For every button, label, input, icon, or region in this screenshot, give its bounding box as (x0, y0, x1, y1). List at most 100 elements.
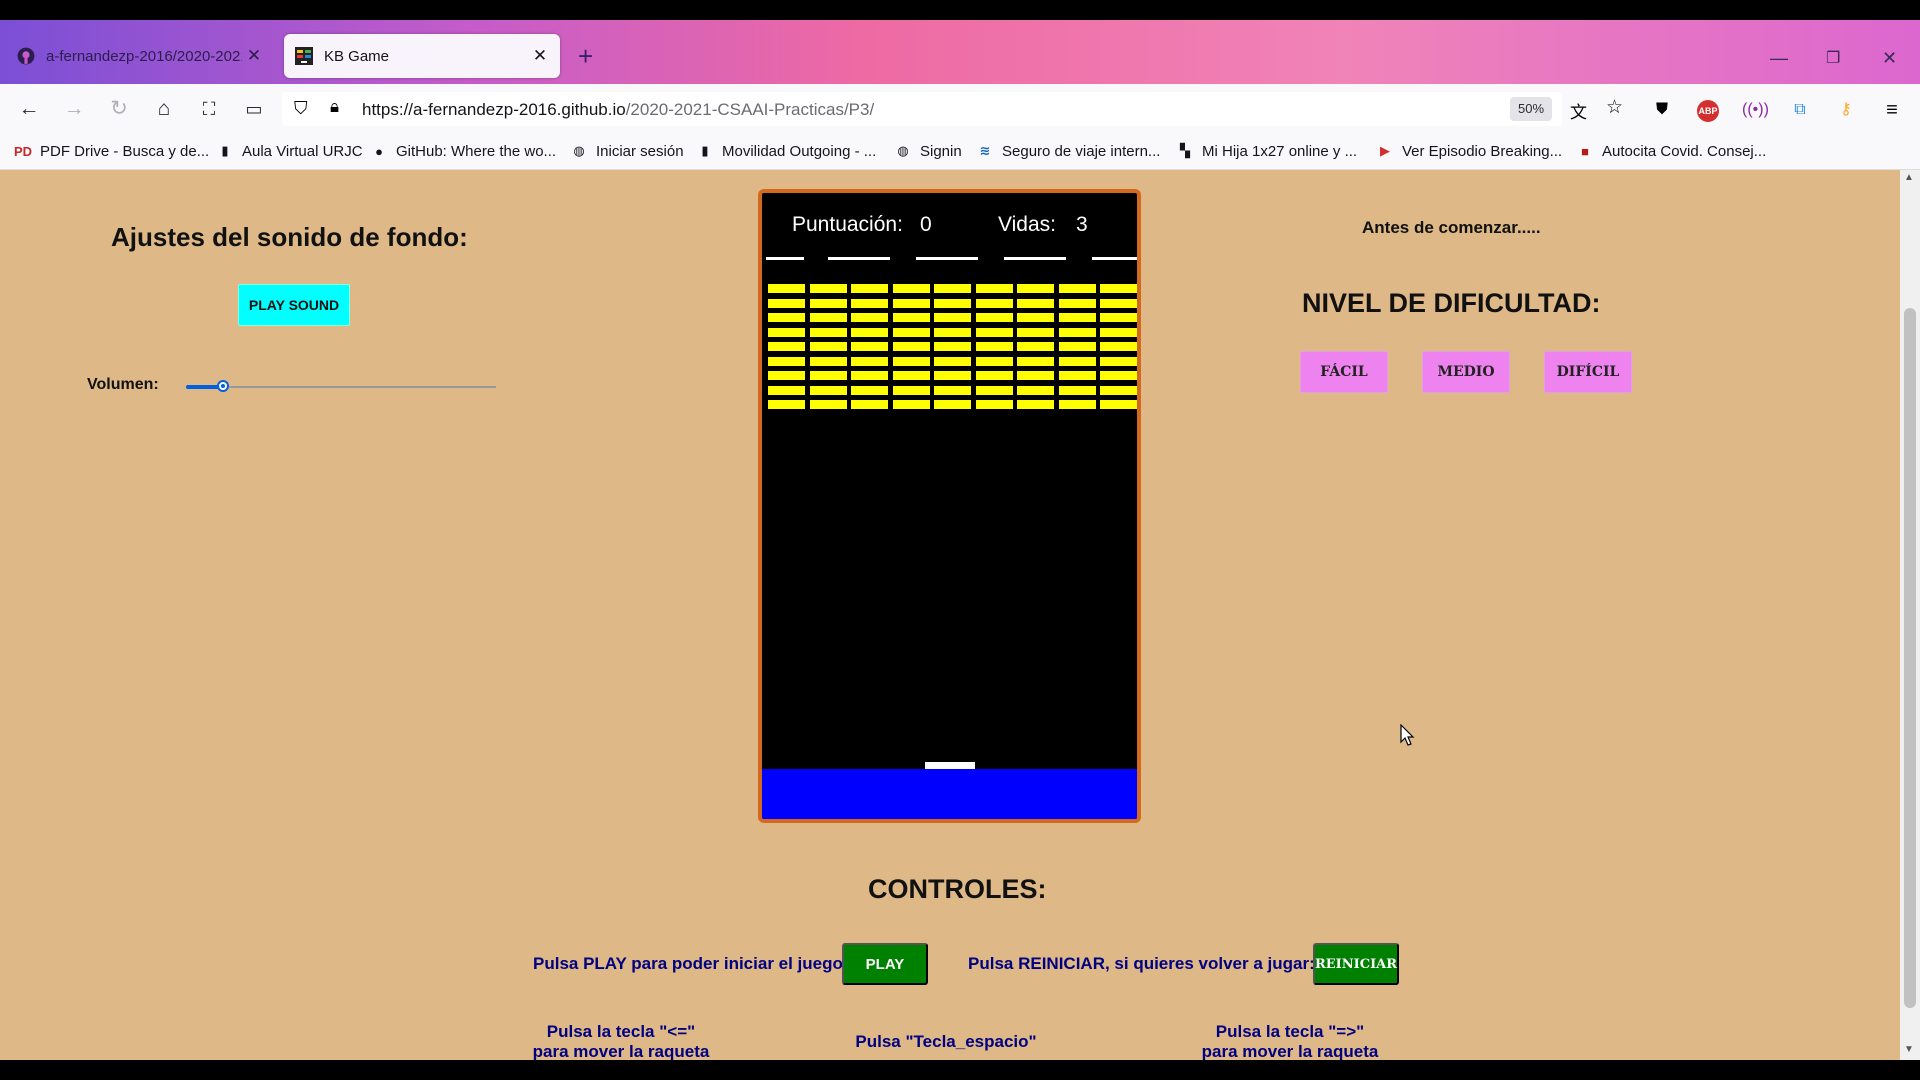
brick (1100, 356, 1137, 366)
bookmark-item[interactable]: ▮ Aula Virtual URJC (216, 142, 363, 160)
brick (809, 371, 847, 380)
hud-divider-segment (916, 257, 978, 260)
brick (851, 284, 888, 293)
minimize-icon[interactable]: — (1770, 48, 1788, 69)
new-tab-icon[interactable]: + (578, 43, 593, 69)
tab-github-repo[interactable]: a-fernandezp-2016/2020-2021- ✕ (6, 34, 274, 78)
bookmark-item[interactable]: ● GitHub: Where the wo... (370, 142, 556, 160)
bookmark-label: Iniciar sesión (596, 142, 684, 160)
brick (809, 400, 847, 409)
brick (892, 342, 930, 351)
window-close-icon[interactable]: ✕ (1882, 48, 1897, 69)
play-sound-button[interactable]: PLAY SOUND (238, 284, 350, 326)
game-canvas[interactable]: Puntuación: 0 Vidas: 3 (758, 189, 1141, 823)
back-arrow-icon[interactable]: ← (16, 96, 42, 122)
bookmark-page-icon: ▮ (701, 143, 709, 158)
brick (1017, 284, 1054, 293)
scroll-up-icon[interactable]: ▲ (1904, 172, 1914, 183)
mouse-pointer-icon (1400, 724, 1415, 746)
globe-icon: ◍ (573, 143, 585, 158)
bookmark-item[interactable]: ▚ Mi Hija 1x27 online y ... (1176, 142, 1357, 160)
lock-icon[interactable]: 🔒︎ (330, 97, 339, 117)
close-icon[interactable]: ✕ (528, 46, 552, 66)
bookmark-label: Aula Virtual URJC (242, 142, 363, 160)
brick (809, 313, 847, 322)
bookmark-item[interactable]: ◍ Iniciar sesión (570, 142, 684, 160)
star-icon[interactable]: ☆ (1606, 96, 1623, 119)
bookmarks-toolbar: PD PDF Drive - Busca y de... ▮ Aula Virtua… (0, 134, 1920, 170)
lives-value: 3 (1076, 213, 1088, 236)
library-icon[interactable]: ⛶ (196, 96, 222, 122)
pocket-icon[interactable]: ⛊ (1650, 98, 1674, 122)
brick (768, 356, 805, 366)
volume-label: Volumen: (87, 376, 159, 393)
tab-kb-game[interactable]: KB Game ✕ (284, 34, 560, 78)
navigation-toolbar: ← → ↻ ⌂ ⛶ ▭ ⛉ 🔒︎ https://a-fernandezp-20… (0, 84, 1920, 134)
translate-icon[interactable]: 文 (1570, 98, 1587, 123)
bookmark-item[interactable]: ≋ Seguro de viaje intern... (976, 142, 1161, 160)
bottom-letterbox (0, 1060, 1920, 1080)
restore-icon[interactable]: ❐ (1826, 48, 1840, 68)
bookmark-item[interactable]: PD PDF Drive - Busca y de... (14, 142, 209, 160)
github-icon (16, 46, 36, 66)
sound-settings-title: Ajustes del sonido de fondo: (111, 222, 468, 252)
shield-icon[interactable]: ⛉ (294, 98, 308, 119)
brick (934, 284, 971, 293)
brick (1058, 385, 1096, 395)
volume-slider-thumb[interactable] (217, 380, 230, 392)
url-bar[interactable]: ⛉ 🔒︎ https://a-fernandezp-2016.github.io… (282, 92, 1623, 126)
key-icon[interactable]: ⚷ (1834, 98, 1858, 122)
score-label: Puntuación: (792, 213, 903, 236)
brick (1058, 400, 1096, 409)
url-text[interactable]: https://a-fernandezp-2016.github.io/2020… (362, 100, 874, 120)
medium-button[interactable]: MEDIO (1422, 351, 1510, 393)
clapperboard-icon: ▚ (1180, 143, 1190, 158)
adblock-icon[interactable]: ABP (1696, 98, 1720, 122)
home-icon[interactable]: ⌂ (151, 96, 177, 122)
hard-button[interactable]: DIFÍCIL (1544, 351, 1632, 393)
easy-button[interactable]: FÁCIL (1300, 351, 1388, 393)
folder-icon[interactable]: ▭ (241, 96, 267, 122)
health-icon: ■ (1581, 143, 1589, 159)
bookmark-item[interactable]: ■ Autocita Covid. Consej... (1576, 142, 1766, 160)
brick (1017, 342, 1054, 351)
brick (1017, 400, 1054, 409)
brick (809, 284, 847, 293)
bookmark-item[interactable]: ▮ Movilidad Outgoing - ... (696, 142, 876, 160)
volume-slider[interactable] (186, 380, 496, 392)
hud-divider-segment (1092, 257, 1137, 260)
page-content: Ajustes del sonido de fondo: PLAY SOUND … (0, 170, 1900, 1060)
translate-extension-icon[interactable]: ⧉ (1788, 98, 1812, 122)
brick (768, 400, 805, 409)
url-host: https://a-fernandezp-2016.github.io (362, 100, 626, 119)
restart-button[interactable]: REINICIAR (1313, 943, 1399, 985)
broadcast-icon[interactable]: ((•)) (1742, 98, 1769, 122)
scrollbar-thumb[interactable] (1904, 308, 1916, 1008)
brick (934, 298, 971, 308)
left-key-hint-line: Pulsa la tecla "<=" (546, 1022, 696, 1041)
brick (1017, 327, 1054, 337)
reload-icon[interactable]: ↻ (106, 96, 132, 122)
brick (934, 342, 971, 351)
play-button[interactable]: PLAY (842, 943, 928, 985)
brick (1100, 371, 1137, 380)
brick (975, 284, 1013, 293)
brick (851, 313, 888, 322)
brick (934, 400, 971, 409)
vertical-scrollbar[interactable]: ▲ ▼ (1900, 170, 1920, 1060)
zoom-level-badge[interactable]: 50% (1510, 97, 1552, 121)
forward-arrow-icon[interactable]: → (61, 96, 87, 122)
controls-title: CONTROLES: (868, 874, 1047, 904)
brick (1100, 284, 1137, 293)
close-icon[interactable]: ✕ (242, 46, 266, 66)
menu-icon[interactable]: ≡ (1880, 98, 1904, 122)
bookmark-page-icon: ▮ (221, 143, 229, 158)
brick (851, 400, 888, 409)
scroll-down-icon[interactable]: ▼ (1904, 1044, 1914, 1055)
brick (809, 356, 847, 366)
bookmark-item[interactable]: ◍ Signin (894, 142, 961, 160)
tab-label: a-fernandezp-2016/2020-2021- (46, 47, 242, 65)
top-letterbox (0, 0, 1920, 20)
bookmark-item[interactable]: ▶ Ver Episodio Breaking... (1376, 142, 1562, 160)
brick (1017, 313, 1054, 322)
